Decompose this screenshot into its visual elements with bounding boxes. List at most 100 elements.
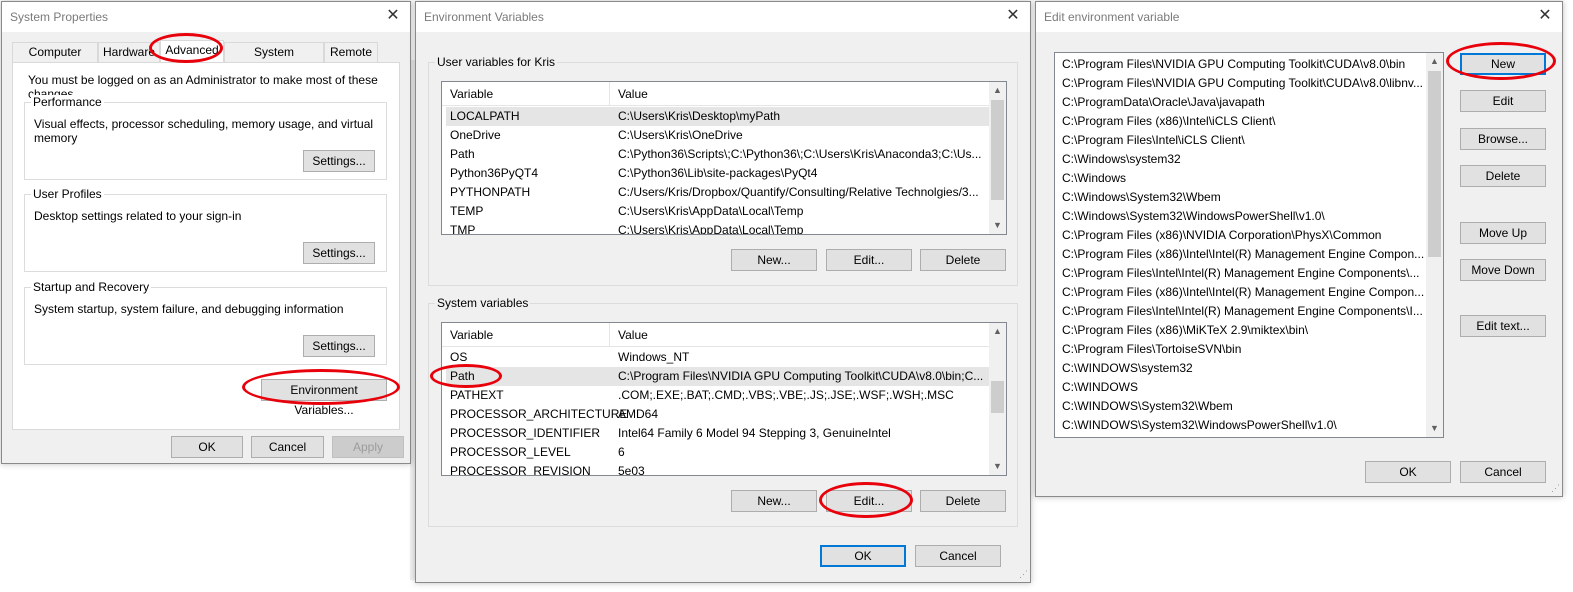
table-row[interactable]: PATHEXT .COM;.EXE;.BAT;.CMD;.VBS;.VBE;.JS… [446,386,989,405]
list-item[interactable]: C:\Windows\System32\Wbem [1059,188,1426,207]
system-new-button[interactable]: New... [731,490,817,512]
table-row[interactable]: PROCESSOR_LEVEL 6 [446,443,989,462]
title-bar: System Properties ✕ [2,2,410,32]
table-row[interactable]: TEMP C:\Users\Kris\AppData\Local\Temp [446,202,989,221]
close-icon[interactable]: ✕ [384,7,402,25]
cancel-button[interactable]: Cancel [915,545,1001,567]
list-item[interactable]: C:\Program Files\Intel\Intel(R) Manageme… [1059,264,1426,283]
list-item[interactable]: C:\WINDOWS [1059,378,1426,397]
table-row[interactable]: PYTHONPATH C:/Users/Kris/Dropbox/Quantify… [446,183,989,202]
table-row[interactable]: PROCESSOR_REVISION 5e03 [446,462,989,475]
tab-computer-name[interactable]: Computer Name [12,42,98,77]
window-title: Edit environment variable [1044,10,1180,24]
column-variable[interactable]: Variable [450,328,493,342]
scroll-up-icon[interactable]: ▲ [989,323,1006,340]
user-profiles-group: User Profiles Desktop settings related t… [24,187,387,272]
performance-settings-button[interactable]: Settings... [303,150,375,172]
list-item[interactable]: C:\Program Files\NVIDIA GPU Computing To… [1059,55,1426,74]
column-value[interactable]: Value [618,87,648,101]
list-item[interactable]: C:\Program Files (x86)\NVIDIA Corporatio… [1059,226,1426,245]
system-edit-button[interactable]: Edit... [826,490,912,512]
list-item[interactable]: C:\Program Files\Intel\iCLS Client\ [1059,131,1426,150]
table-row[interactable]: Path C:\Python36\Scripts\;C:\Python36\;C:… [446,145,989,164]
edit-environment-variable-window: Edit environment variable ✕ C:\Program F… [1035,1,1563,497]
list-item[interactable]: C:\WINDOWS\System32\WindowsPowerShell\v1… [1059,416,1426,435]
tab-system-protection[interactable]: System Protection [224,42,324,77]
column-value[interactable]: Value [618,328,648,342]
scroll-thumb[interactable] [991,381,1004,413]
user-delete-button[interactable]: Delete [920,249,1006,271]
apply-button[interactable]: Apply [332,436,404,458]
table-row[interactable]: Path C:\Program Files\NVIDIA GPU Computin… [446,367,989,386]
resize-grip-icon[interactable]: ⋰ [1019,569,1028,580]
tab-advanced[interactable]: Advanced [160,40,224,63]
delete-button[interactable]: Delete [1460,165,1546,187]
environment-variables-button[interactable]: Environment Variables... [261,379,387,417]
advanced-tab-panel: You must be logged on as an Administrato… [12,62,400,430]
list-item[interactable]: C:\WINDOWS\system32 [1059,359,1426,378]
user-profiles-desc: Desktop settings related to your sign-in [34,209,242,223]
new-button[interactable]: New [1460,53,1546,75]
table-row[interactable]: PROCESSOR_IDENTIFIER Intel64 Family 6 Mod… [446,424,989,443]
system-properties-window: System Properties ✕ Computer Name Hardwa… [1,1,411,464]
tab-hardware[interactable]: Hardware [98,42,160,62]
scrollbar[interactable]: ▲ ▼ [989,82,1006,234]
scroll-down-icon[interactable]: ▼ [989,217,1006,234]
window-title: Environment Variables [424,10,544,24]
list-item[interactable]: C:\Program Files\Intel\Intel(R) Manageme… [1059,302,1426,321]
column-variable[interactable]: Variable [450,87,493,101]
scroll-down-icon[interactable]: ▼ [989,458,1006,475]
scroll-up-icon[interactable]: ▲ [989,82,1006,99]
user-profiles-label: User Profiles [31,187,104,201]
scroll-up-icon[interactable]: ▲ [1426,53,1443,70]
startup-settings-button[interactable]: Settings... [303,335,375,357]
user-variables-list[interactable]: Variable Value LOCALPATH C:\Users\Kris\De… [441,81,1007,235]
ok-button[interactable]: OK [171,436,243,458]
scroll-down-icon[interactable]: ▼ [1426,420,1443,437]
resize-grip-icon[interactable]: ⋰ [1551,483,1560,494]
table-row[interactable]: PROCESSOR_ARCHITECTURE AMD64 [446,405,989,424]
startup-recovery-label: Startup and Recovery [31,280,152,294]
scrollbar[interactable]: ▲ ▼ [989,323,1006,475]
system-delete-button[interactable]: Delete [920,490,1006,512]
user-edit-button[interactable]: Edit... [826,249,912,271]
list-item[interactable]: C:\WINDOWS\System32\Wbem [1059,397,1426,416]
user-new-button[interactable]: New... [731,249,817,271]
move-down-button[interactable]: Move Down [1460,259,1546,281]
environment-variables-window: Environment Variables ✕ User variables f… [415,1,1031,583]
list-item[interactable]: C:\Windows [1059,169,1426,188]
ok-button[interactable]: OK [820,545,906,567]
edit-text-button[interactable]: Edit text... [1460,315,1546,337]
list-item[interactable]: C:\ProgramData\Oracle\Java\javapath [1059,93,1426,112]
list-item[interactable]: C:\Windows\system32 [1059,150,1426,169]
startup-recovery-desc: System startup, system failure, and debu… [34,302,344,316]
move-up-button[interactable]: Move Up [1460,222,1546,244]
scroll-thumb[interactable] [991,100,1004,200]
list-item[interactable]: C:\Program Files\TortoiseSVN\bin [1059,340,1426,359]
scroll-thumb[interactable] [1428,71,1441,257]
tab-remote[interactable]: Remote [324,42,378,62]
list-item[interactable]: C:\Program Files (x86)\MiKTeX 2.9\miktex… [1059,321,1426,340]
list-item[interactable]: C:\Windows\System32\WindowsPowerShell\v1… [1059,207,1426,226]
list-item[interactable]: C:\Program Files (x86)\Intel\Intel(R) Ma… [1059,283,1426,302]
list-item[interactable]: C:\Program Files (x86)\Intel\Intel(R) Ma… [1059,245,1426,264]
browse-button[interactable]: Browse... [1460,128,1546,150]
performance-label: Performance [31,95,104,109]
user-profiles-settings-button[interactable]: Settings... [303,242,375,264]
table-row[interactable]: TMP C:\Users\Kris\AppData\Local\Temp [446,221,989,234]
list-item[interactable]: C:\Program Files\NVIDIA GPU Computing To… [1059,74,1426,93]
system-variables-list[interactable]: Variable Value OS Windows_NT Path C:\Progr… [441,322,1007,476]
cancel-button[interactable]: Cancel [251,436,324,458]
list-item[interactable]: C:\Program Files (x86)\Intel\iCLS Client… [1059,112,1426,131]
cancel-button[interactable]: Cancel [1460,461,1546,483]
table-row[interactable]: OS Windows_NT [446,348,989,367]
edit-button[interactable]: Edit [1460,90,1546,112]
close-icon[interactable]: ✕ [1536,7,1554,25]
table-row[interactable]: LOCALPATH C:\Users\Kris\Desktop\myPath [446,107,989,126]
table-row[interactable]: OneDrive C:\Users\Kris\OneDrive [446,126,989,145]
close-icon[interactable]: ✕ [1004,7,1022,25]
scrollbar[interactable]: ▲ ▼ [1426,53,1443,437]
path-entries-list[interactable]: C:\Program Files\NVIDIA GPU Computing To… [1054,52,1444,438]
table-row[interactable]: Python36PyQT4 C:\Python36\Lib\site-packag… [446,164,989,183]
ok-button[interactable]: OK [1365,461,1451,483]
